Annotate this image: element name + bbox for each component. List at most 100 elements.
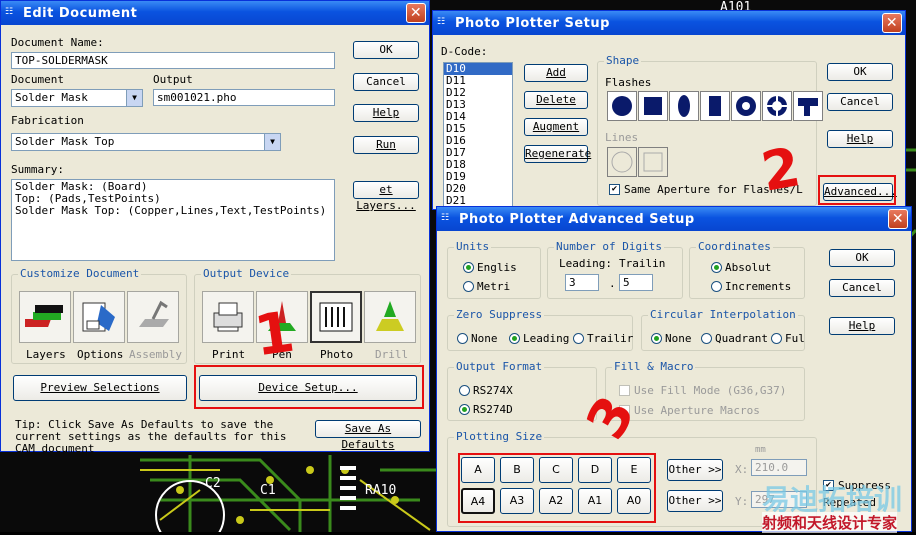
incremental-label: Increments xyxy=(725,280,792,293)
oval-flash-icon[interactable] xyxy=(669,91,699,121)
layers-icon[interactable] xyxy=(19,291,71,343)
mm-unit-label: mm xyxy=(755,445,766,455)
assembly-icon[interactable] xyxy=(127,291,179,343)
trailing-label: Trailin xyxy=(619,257,666,270)
round-line-icon[interactable] xyxy=(607,147,637,177)
interp-full-radio[interactable]: Ful xyxy=(771,332,805,345)
odd-flash-icon[interactable] xyxy=(793,91,823,121)
ok-button[interactable]: OK xyxy=(829,249,895,267)
round-flash-icon[interactable] xyxy=(607,91,637,121)
x-label: X: xyxy=(735,463,749,476)
print-label: Print xyxy=(212,348,246,361)
help-button[interactable]: Help xyxy=(829,317,895,335)
interp-none-radio[interactable]: None xyxy=(651,332,692,345)
leading-digits-input[interactable]: 3 xyxy=(565,274,599,291)
summary-line: Solder Mask Top: (Copper,Lines,Text,Test… xyxy=(15,204,327,217)
photo-label: Photo xyxy=(320,348,354,361)
fabrication-select[interactable]: Solder Mask Top ▼ xyxy=(11,133,281,151)
document-name-input[interactable]: TOP-SOLDERMASK xyxy=(11,52,335,69)
plotting-size-label: Plotting Size xyxy=(454,430,545,443)
close-button[interactable]: ✕ xyxy=(406,3,426,23)
ok-button[interactable]: OK xyxy=(827,63,893,81)
watermark-slogan: 射频和天线设计专家 xyxy=(762,512,898,533)
english-radio[interactable]: Englis xyxy=(463,261,517,274)
zero-leading-radio[interactable]: Leading xyxy=(509,332,569,345)
tip-text: Tip: Click Save As Defaults to save the … xyxy=(15,418,287,455)
output-file-input[interactable]: sm001021.pho xyxy=(153,89,335,106)
fabrication-value: Solder Mask Top xyxy=(15,135,115,148)
zero-trailing-label: Trailir xyxy=(587,332,634,345)
assembly-label: Assembly xyxy=(129,348,182,361)
annulus-flash-icon[interactable] xyxy=(731,91,761,121)
fill-macro-label: Fill & Macro xyxy=(612,360,696,373)
augment-button[interactable]: Augment xyxy=(524,118,588,136)
cancel-button[interactable]: Cancel xyxy=(829,279,895,297)
regenerate-button[interactable]: Regenerate xyxy=(524,145,591,163)
drill-label: Drill xyxy=(375,348,409,361)
delete-button[interactable]: Delete xyxy=(524,91,588,109)
interp-none-label: None xyxy=(665,332,692,345)
summary-label: Summary: xyxy=(11,163,64,176)
rectangle-flash-icon[interactable] xyxy=(700,91,730,121)
set-layers-button[interactable]: et Layers... xyxy=(353,181,419,212)
run-button[interactable]: Run xyxy=(353,136,419,154)
help-button[interactable]: Help xyxy=(827,130,893,148)
x-size-input[interactable]: 210.0 xyxy=(751,459,807,476)
metric-label: Metri xyxy=(477,280,511,293)
close-button[interactable]: ✕ xyxy=(882,13,902,33)
english-label: Englis xyxy=(477,261,517,274)
drill-icon[interactable] xyxy=(364,291,416,343)
app-icon: ☷ xyxy=(441,213,450,223)
incremental-radio[interactable]: Increments xyxy=(711,280,791,293)
chevron-down-icon[interactable]: ▼ xyxy=(264,134,280,150)
refdes-c1: C1 xyxy=(260,483,276,498)
square-line-icon[interactable] xyxy=(638,147,668,177)
interp-quadrant-radio[interactable]: Quadrant xyxy=(701,332,768,345)
digits-label: Number of Digits xyxy=(554,240,664,253)
zero-none-radio[interactable]: None xyxy=(457,332,498,345)
refdes-ra: RA10 xyxy=(365,483,396,498)
dialog-title: Edit Document xyxy=(23,5,138,21)
rs274x-label: RS274X xyxy=(473,384,513,397)
lines-label: Lines xyxy=(605,131,639,144)
zero-none-label: None xyxy=(471,332,498,345)
document-type-label: Document xyxy=(11,73,64,86)
output-device-label: Output Device xyxy=(201,267,292,280)
thermal-flash-icon[interactable] xyxy=(762,91,792,121)
cancel-button[interactable]: Cancel xyxy=(827,93,893,111)
options-label: Options xyxy=(77,348,124,361)
chevron-down-icon[interactable]: ▼ xyxy=(126,90,142,106)
summary-textarea[interactable]: Solder Mask: (Board) Top: (Pads,TestPoin… xyxy=(11,179,335,261)
trailing-digits-input[interactable]: 5 xyxy=(619,274,653,291)
dcode-list[interactable]: D10 D11 D12 D13 D14 D15 D16 D17 D18 D19 … xyxy=(443,62,513,207)
metric-radio[interactable]: Metri xyxy=(463,280,510,293)
other-x-button[interactable]: Other >> xyxy=(667,459,723,481)
photo-plotter-icon[interactable] xyxy=(310,291,362,343)
rs274x-radio[interactable]: RS274X xyxy=(459,384,513,397)
zero-trailing-radio[interactable]: Trailir xyxy=(573,332,633,345)
fill-mode-checkbox[interactable]: Use Fill Mode (G36,G37) xyxy=(619,384,786,397)
options-icon[interactable] xyxy=(73,291,125,343)
help-button[interactable]: Help xyxy=(353,104,419,122)
cancel-button[interactable]: Cancel xyxy=(353,73,419,91)
ok-button[interactable]: OK xyxy=(353,41,419,59)
rs274d-radio[interactable]: RS274D xyxy=(459,403,513,416)
digits-group: Number of Digits xyxy=(547,240,683,299)
absolute-label: Absolut xyxy=(725,261,772,274)
edit-document-titlebar: ☷ Edit Document ✕ xyxy=(1,1,429,25)
flashes-label: Flashes xyxy=(605,76,652,89)
units-label: Units xyxy=(454,240,492,253)
printer-icon[interactable] xyxy=(202,291,254,343)
app-icon: ☷ xyxy=(437,17,446,27)
add-button[interactable]: Add xyxy=(524,64,588,82)
advanced-setup-titlebar: ☷ Photo Plotter Advanced Setup ✕ xyxy=(437,207,911,231)
square-flash-icon[interactable] xyxy=(638,91,668,121)
fill-mode-label: Use Fill Mode (G36,G37) xyxy=(634,384,787,397)
document-type-value: Solder Mask xyxy=(15,91,88,104)
save-as-defaults-button[interactable]: Save As Defaults xyxy=(315,420,421,451)
other-y-button[interactable]: Other >> xyxy=(667,490,723,512)
absolute-radio[interactable]: Absolut xyxy=(711,261,771,274)
close-button[interactable]: ✕ xyxy=(888,209,908,229)
preview-selections-button[interactable]: Preview Selections xyxy=(13,375,187,401)
document-type-select[interactable]: Solder Mask ▼ xyxy=(11,89,143,107)
